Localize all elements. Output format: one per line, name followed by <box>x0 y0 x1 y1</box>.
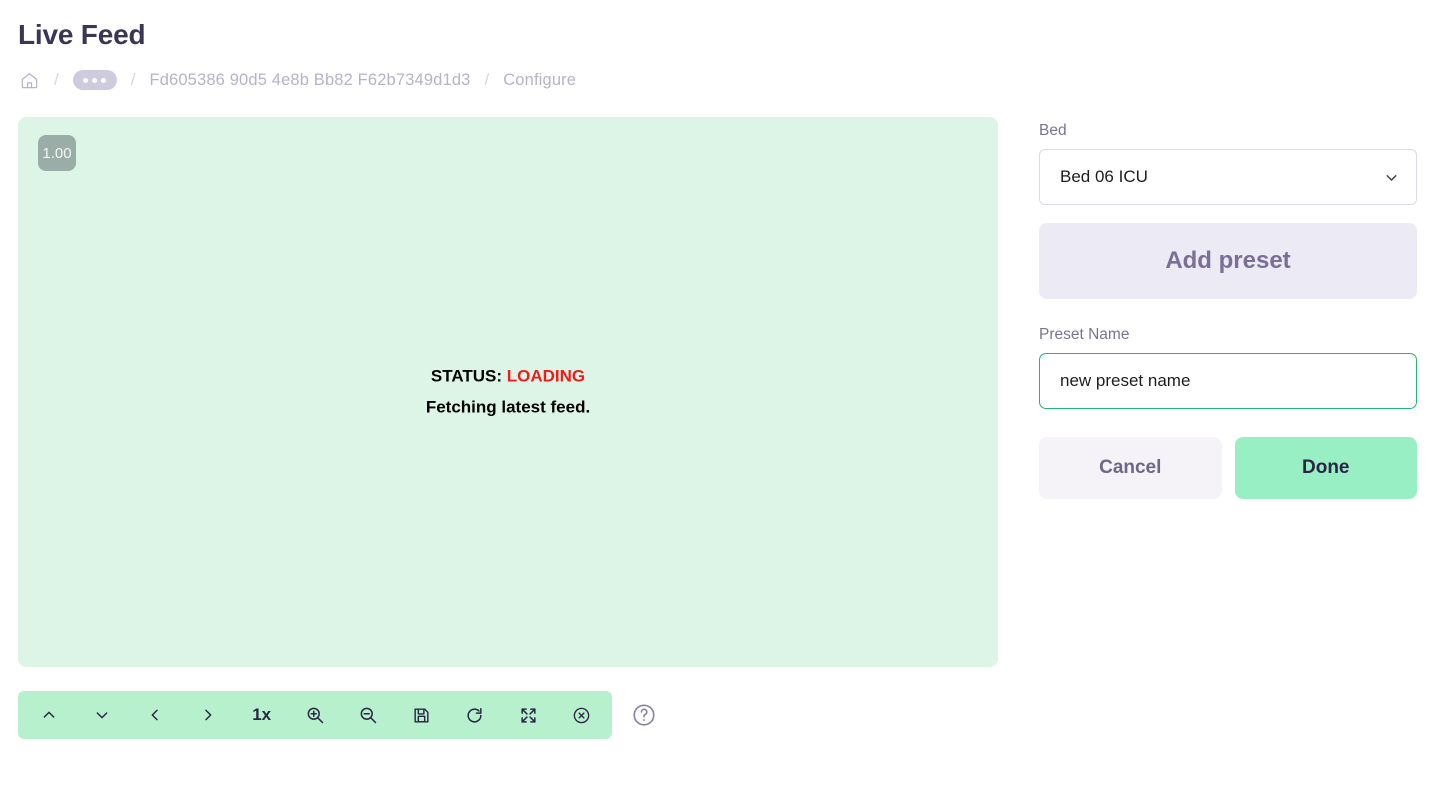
breadcrumb-item-id[interactable]: Fd605386 90d5 4e8b Bb82 F62b7349d1d3 <box>149 71 470 90</box>
chevron-right-icon[interactable] <box>188 695 228 735</box>
close-circle-icon[interactable] <box>561 695 601 735</box>
preset-name-input[interactable] <box>1039 353 1417 409</box>
status-label: STATUS: <box>430 366 502 386</box>
status-line: STATUS: LOADING <box>18 362 998 392</box>
page-title: Live Feed <box>18 19 146 50</box>
page-header: Live Feed / / Fd605386 90d5 4e8b Bb82 F6… <box>0 0 1455 92</box>
zoom-level-button[interactable]: 1x <box>242 695 282 735</box>
toolbar-row: 1x <box>18 691 998 739</box>
breadcrumb: / / Fd605386 90d5 4e8b Bb82 F62b7349d1d3… <box>18 68 1455 92</box>
breadcrumb-separator: / <box>484 70 490 89</box>
zoom-out-icon[interactable] <box>348 695 388 735</box>
done-button[interactable]: Done <box>1234 437 1417 499</box>
dot-icon <box>83 77 89 83</box>
add-preset-button[interactable]: Add preset <box>1039 223 1417 299</box>
main-content: 1.00 STATUS: LOADING Fetching latest fee… <box>0 117 1455 739</box>
dot-icon <box>101 77 107 83</box>
zoom-level-label: 1x <box>252 705 272 724</box>
breadcrumb-ellipsis-button[interactable] <box>72 70 117 90</box>
bed-select[interactable]: Bed 06 ICU <box>1039 149 1417 205</box>
refresh-icon[interactable] <box>455 695 495 735</box>
preset-name-group: Preset Name <box>1039 326 1417 409</box>
chevron-down-icon[interactable] <box>82 695 122 735</box>
breadcrumb-separator: / <box>130 70 136 89</box>
sidebar-panel: Bed Bed 06 ICU Add preset Preset Name Ca… <box>1039 117 1417 499</box>
viewer-toolbar: 1x <box>18 691 612 739</box>
bed-label: Bed <box>1039 122 1067 139</box>
scale-badge: 1.00 <box>38 135 76 171</box>
action-buttons: Cancel Done <box>1039 437 1417 499</box>
zoom-in-icon[interactable] <box>295 695 335 735</box>
dot-icon <box>92 77 98 83</box>
save-icon[interactable] <box>401 695 441 735</box>
breadcrumb-separator: / <box>54 70 59 89</box>
home-icon[interactable] <box>18 69 40 91</box>
chevron-down-icon <box>1383 169 1400 186</box>
bed-select-value: Bed 06 ICU <box>1060 167 1148 186</box>
viewer-column: 1.00 STATUS: LOADING Fetching latest fee… <box>18 117 998 739</box>
cancel-button[interactable]: Cancel <box>1039 437 1222 499</box>
chevron-left-icon[interactable] <box>135 695 175 735</box>
status-message: Fetching latest feed. <box>425 397 591 417</box>
chevron-up-icon[interactable] <box>29 695 69 735</box>
fullscreen-icon[interactable] <box>508 695 548 735</box>
status-value: LOADING <box>506 366 586 386</box>
live-feed-viewer[interactable]: 1.00 STATUS: LOADING Fetching latest fee… <box>18 117 998 667</box>
preset-name-label: Preset Name <box>1039 326 1130 343</box>
breadcrumb-item-configure[interactable]: Configure <box>503 71 576 90</box>
viewer-status-block: STATUS: LOADING Fetching latest feed. <box>18 362 998 423</box>
help-circle-icon[interactable] <box>628 699 660 731</box>
